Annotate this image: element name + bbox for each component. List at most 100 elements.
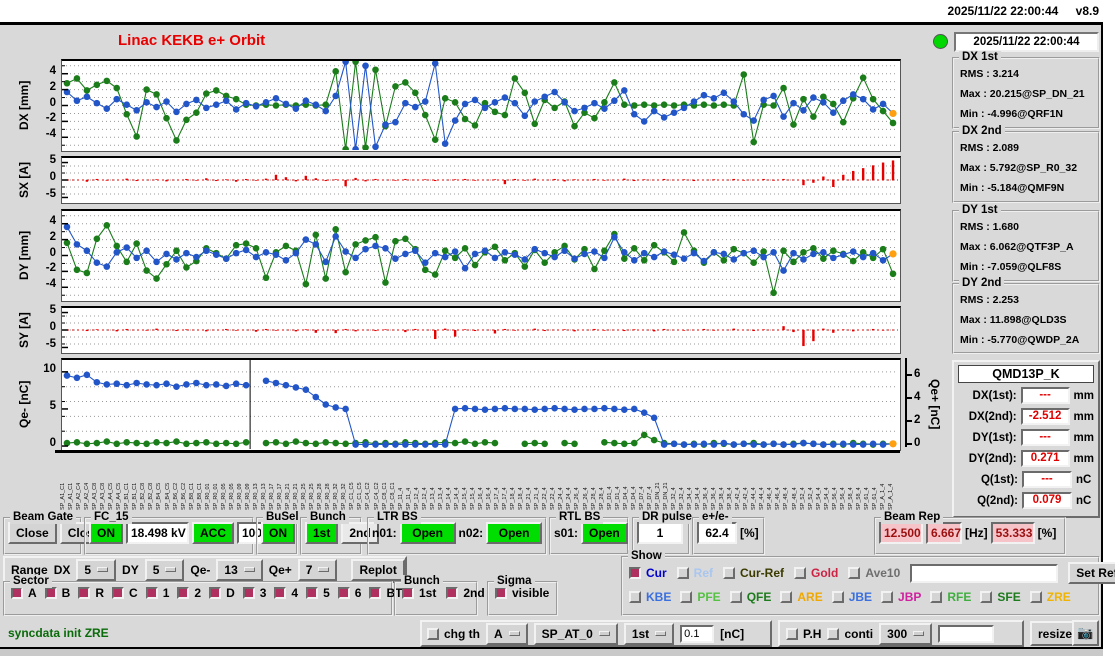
checkbox-indicator[interactable] (680, 591, 693, 603)
checkbox-indicator[interactable] (495, 587, 507, 599)
points-select[interactable]: 300 (879, 622, 933, 645)
checkbox-label[interactable]: A (28, 586, 37, 600)
sector-checkbox-6[interactable]: 6 (337, 586, 362, 600)
checkbox-indicator[interactable] (1029, 591, 1042, 603)
show-checkbox-qfe[interactable]: QFE (729, 590, 771, 604)
show-checkbox-ref[interactable]: Ref (676, 566, 713, 580)
conti-checkbox[interactable]: conti (827, 627, 873, 641)
checkbox-indicator[interactable] (794, 567, 807, 579)
show-checkbox-jbe[interactable]: JBE (831, 590, 872, 604)
range-dx-select[interactable]: 5 (76, 558, 117, 581)
ltr-n01-open-button[interactable]: Open (399, 522, 456, 544)
sx-plot-area[interactable] (61, 156, 901, 204)
show-checkbox-sfe[interactable]: SFE (980, 590, 1021, 604)
fc15-on-button[interactable]: ON (89, 522, 123, 544)
checkbox-label[interactable]: 4 (291, 586, 298, 600)
checkbox-indicator[interactable] (402, 587, 414, 599)
fc15-acc-button[interactable]: ACC (192, 522, 234, 544)
sy-plot-area[interactable] (61, 306, 901, 354)
checkbox-label[interactable]: chg th (444, 627, 480, 641)
monitor-select[interactable]: SP_AT_0 (533, 622, 618, 645)
range-qe-plus-select[interactable]: 7 (297, 558, 338, 581)
checkbox-indicator[interactable] (446, 587, 459, 599)
selected-value[interactable]: 1st (632, 626, 649, 642)
show-checkbox-jbp[interactable]: JBP (881, 590, 921, 604)
checkbox-label[interactable]: Ref (694, 566, 713, 580)
sector-checkbox-A[interactable]: A (11, 586, 37, 600)
checkbox-label[interactable]: C (129, 586, 138, 600)
checkbox-label[interactable]: R (95, 586, 104, 600)
checkbox-indicator[interactable] (145, 587, 158, 599)
threshold-input[interactable] (680, 624, 715, 643)
checkbox-label[interactable]: 6 (355, 586, 362, 600)
checkbox-indicator[interactable] (78, 587, 91, 599)
checkbox-indicator[interactable] (729, 591, 742, 603)
selected-value[interactable]: 7 (306, 562, 313, 578)
checkbox-indicator[interactable] (629, 591, 641, 603)
checkbox-indicator[interactable] (827, 627, 840, 640)
group-select[interactable]: A (486, 622, 528, 645)
checkbox-indicator[interactable] (112, 587, 125, 599)
checkbox-label[interactable]: B (62, 586, 71, 600)
checkbox-indicator[interactable] (337, 587, 350, 599)
checkbox-indicator[interactable] (676, 567, 689, 579)
rtl-s01-open-button[interactable]: Open (581, 522, 628, 544)
checkbox-label[interactable]: visible (512, 586, 549, 600)
selected-value[interactable]: 5 (84, 562, 91, 578)
bunch-checkbox-2nd[interactable]: 2nd (446, 586, 485, 600)
bunch-1st-button[interactable]: 1st (305, 522, 339, 544)
checkbox-label[interactable]: ARE (797, 590, 822, 604)
checkbox-label[interactable]: 2nd (463, 586, 484, 600)
show-checkbox-cur-ref[interactable]: Cur-Ref (723, 566, 784, 580)
checkbox-indicator[interactable] (209, 587, 222, 599)
checkbox-indicator[interactable] (306, 587, 319, 599)
checkbox-indicator[interactable] (780, 591, 793, 603)
sector-checkbox-C[interactable]: C (112, 586, 138, 600)
checkbox-indicator[interactable] (274, 587, 287, 599)
beam-gate-close-1-button[interactable]: Close (8, 522, 57, 544)
ph-checkbox[interactable]: P.H (786, 627, 821, 641)
replot-button[interactable]: Replot (351, 558, 405, 581)
dx-plot-area[interactable] (61, 59, 901, 152)
checkbox-indicator[interactable] (427, 627, 439, 640)
show-checkbox-pfe[interactable]: PFE (680, 590, 721, 604)
checkbox-label[interactable]: JBE (849, 590, 872, 604)
checkbox-indicator[interactable] (723, 567, 736, 579)
sector-checkbox-2[interactable]: 2 (177, 586, 201, 600)
checkbox-label[interactable]: PFE (697, 590, 720, 604)
checkbox-indicator[interactable] (881, 591, 894, 603)
set-ref-button[interactable]: Set Ref (1068, 562, 1115, 584)
checkbox-indicator[interactable] (242, 587, 255, 599)
checkbox-label[interactable]: RFE (947, 590, 971, 604)
show-checkbox-zre[interactable]: ZRE (1029, 590, 1071, 604)
sector-checkbox-R[interactable]: R (78, 586, 104, 600)
ltr-n02-open-button[interactable]: Open (486, 522, 542, 544)
checkbox-label[interactable]: Cur-Ref (740, 566, 784, 580)
checkbox-indicator[interactable] (848, 567, 861, 579)
selected-value[interactable]: 5 (153, 562, 160, 578)
checkbox-indicator[interactable] (629, 567, 641, 579)
bunch-select[interactable]: 1st (623, 622, 675, 645)
qe-plot-area[interactable] (61, 358, 901, 451)
checkbox-label[interactable]: 5 (323, 586, 330, 600)
selected-value[interactable]: 13 (224, 562, 237, 578)
sector-checkbox-B[interactable]: B (44, 586, 71, 600)
show-checkbox-kbe[interactable]: KBE (629, 590, 671, 604)
checkbox-label[interactable]: conti (844, 627, 873, 641)
selected-value[interactable]: A (494, 626, 503, 642)
show-checkbox-cur[interactable]: Cur (629, 566, 667, 580)
show-checkbox-ave10[interactable]: Ave10 (848, 566, 900, 580)
checkbox-label[interactable]: 3 (260, 586, 267, 600)
sector-checkbox-1[interactable]: 1 (145, 586, 169, 600)
ref-name-input[interactable] (910, 563, 1059, 583)
checkbox-indicator[interactable] (11, 587, 23, 599)
checkbox-label[interactable]: D (226, 586, 235, 600)
sigma-checkbox-visible[interactable]: visible (495, 586, 549, 600)
checkbox-indicator[interactable] (177, 587, 190, 599)
bunch-checkbox-1st[interactable]: 1st (402, 586, 436, 600)
show-checkbox-gold[interactable]: Gold (794, 566, 838, 580)
range-dy-select[interactable]: 5 (144, 558, 185, 581)
checkbox-label[interactable]: SFE (997, 590, 1020, 604)
checkbox-label[interactable]: JBP (898, 590, 921, 604)
checkbox-indicator[interactable] (930, 591, 943, 603)
